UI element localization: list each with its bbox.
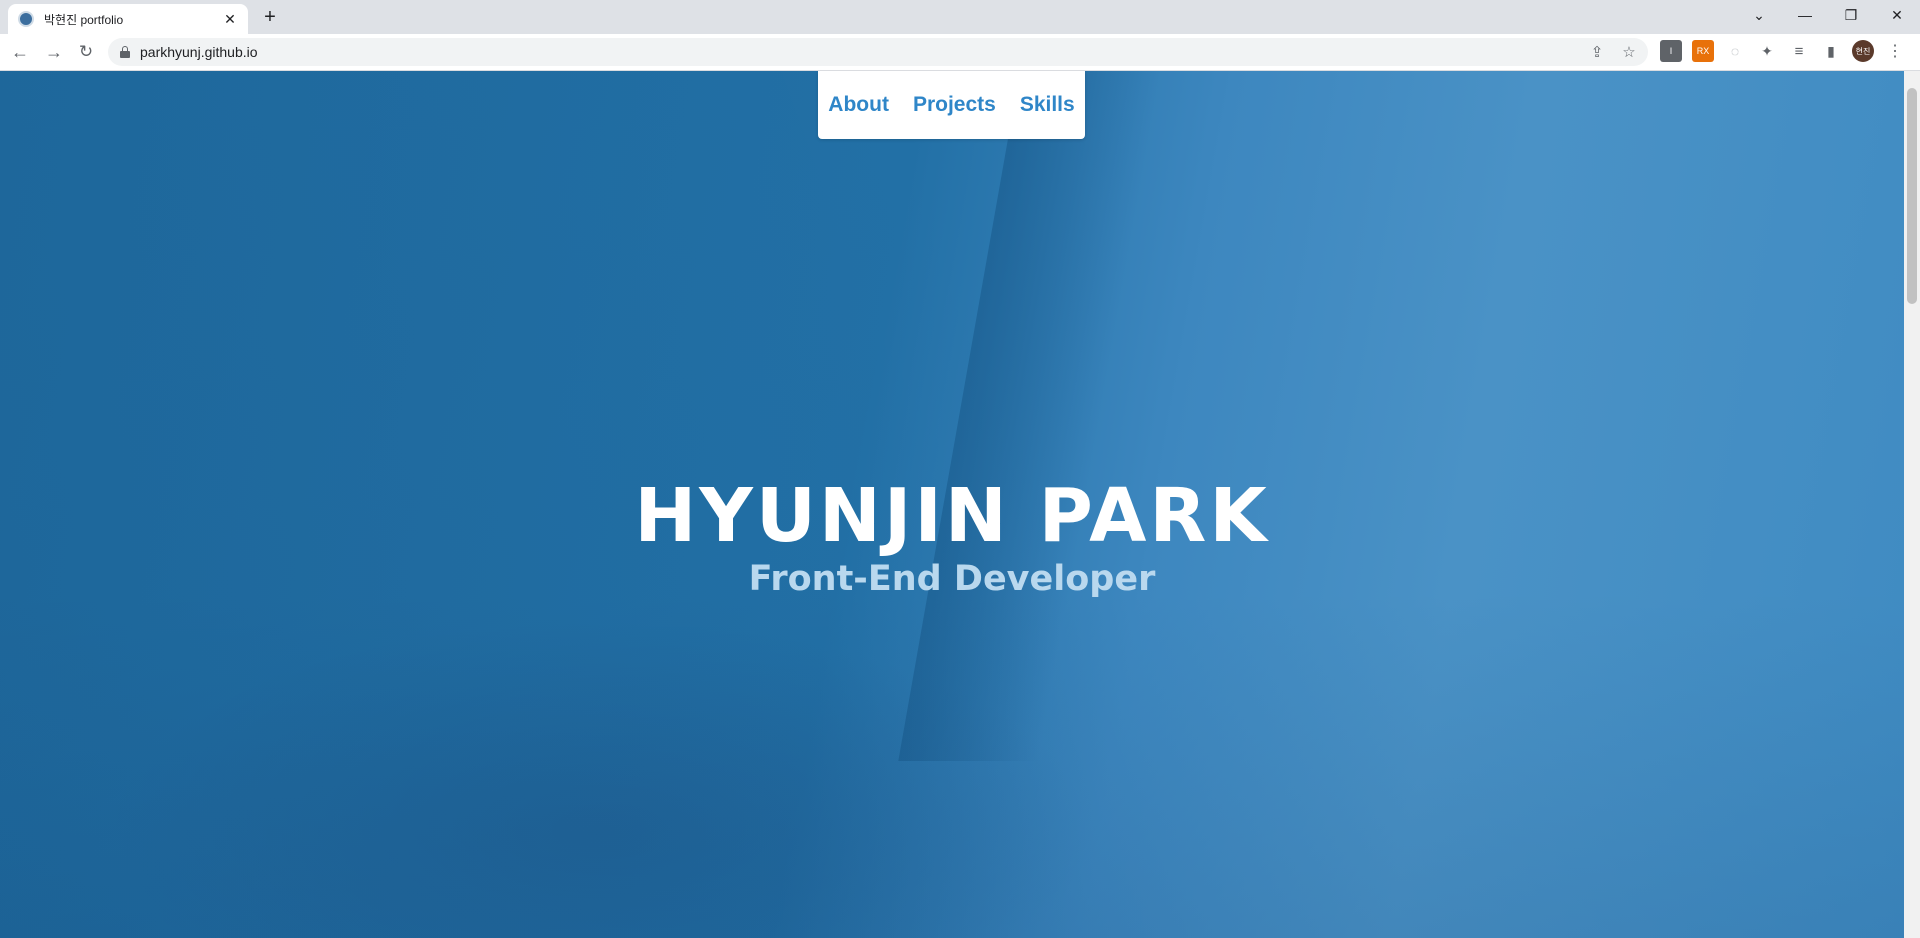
url-text[interactable]: parkhyunj.github.io	[140, 44, 258, 60]
reload-button[interactable]: ↻	[74, 40, 98, 64]
page-scrollbar[interactable]	[1904, 71, 1920, 938]
scrollbar-thumb[interactable]	[1907, 88, 1917, 304]
bookmark-star-icon[interactable]: ☆	[1620, 43, 1638, 61]
back-arrow-icon: ←	[11, 41, 29, 62]
nav-skills-link[interactable]: Skills	[1020, 93, 1075, 117]
hero-subtitle: Front-End Developer	[748, 559, 1156, 599]
back-button[interactable]: ←	[8, 40, 32, 64]
page-viewport: About Projects Skills HYUNJIN PARK Front…	[0, 71, 1904, 938]
new-tab-button[interactable]: +	[258, 6, 282, 30]
restore-button[interactable]: ❐	[1828, 0, 1874, 30]
extensions-puzzle-icon[interactable]: ✦	[1756, 40, 1778, 62]
nav-projects-link[interactable]: Projects	[913, 93, 996, 117]
tab-close-icon[interactable]: ✕	[222, 11, 238, 28]
side-panel-icon[interactable]: ▮	[1820, 40, 1842, 62]
media-control-icon[interactable]: ≡	[1788, 40, 1810, 62]
omnibox-actions: ⇪ ☆	[1588, 43, 1638, 61]
extensions-area: I RX ◌ ✦ ≡ ▮ 현진 ⋮	[1660, 40, 1906, 62]
hero-title: HYUNJIN PARK	[634, 473, 1270, 559]
browser-tab[interactable]: 박현진 portfolio ✕	[8, 4, 248, 34]
extension-i-icon[interactable]: I	[1660, 40, 1682, 62]
tab-strip: 박현진 portfolio ✕ + ⌄ — ❐ ✕	[0, 0, 1920, 34]
browser-menu-icon[interactable]: ⋮	[1884, 40, 1906, 62]
browser-toolbar: ← → ↻ parkhyunj.github.io ⇪ ☆ I RX ◌ ✦ ≡…	[0, 34, 1920, 71]
reload-icon: ↻	[78, 42, 94, 61]
site-navigation: About Projects Skills	[818, 71, 1085, 139]
window-controls: ⌄ — ❐ ✕	[1736, 0, 1920, 30]
site-favicon-icon	[18, 11, 34, 27]
close-window-button[interactable]: ✕	[1874, 0, 1920, 30]
address-bar[interactable]: parkhyunj.github.io ⇪ ☆	[108, 38, 1648, 66]
tab-search-icon[interactable]: ⌄	[1736, 0, 1782, 30]
lock-icon[interactable]	[120, 46, 130, 58]
share-icon[interactable]: ⇪	[1588, 43, 1606, 61]
forward-arrow-icon: →	[45, 41, 63, 62]
tab-title: 박현진 portfolio	[44, 12, 124, 27]
nav-about-link[interactable]: About	[828, 93, 889, 117]
extension-timer-icon[interactable]: ◌	[1724, 40, 1746, 62]
minimize-button[interactable]: —	[1782, 0, 1828, 30]
forward-button[interactable]: →	[42, 40, 66, 64]
profile-avatar[interactable]: 현진	[1852, 40, 1874, 62]
extension-rx-icon[interactable]: RX	[1692, 40, 1714, 62]
